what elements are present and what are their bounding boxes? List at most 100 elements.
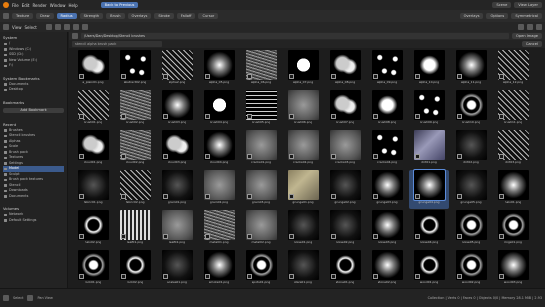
file-thumbnail[interactable]: abstract02.png bbox=[115, 50, 155, 89]
bookmarks-title[interactable]: Bookmarks bbox=[3, 99, 64, 106]
file-thumbnail[interactable]: alpha_06.png bbox=[241, 50, 281, 89]
file-thumbnail[interactable]: fabric01.png bbox=[73, 170, 113, 209]
file-thumbnail[interactable]: dirt03.png bbox=[493, 130, 533, 169]
file-thumbnail[interactable]: cracks04.png bbox=[367, 130, 407, 169]
file-thumbnail[interactable]: brush06.png bbox=[283, 90, 323, 129]
file-thumbnail[interactable]: wood02.png bbox=[451, 250, 491, 288]
file-thumbnail[interactable]: stone01.png bbox=[325, 250, 365, 288]
directory-path-field[interactable]: /Users/Dan/Desktop/Stencil brushes bbox=[81, 33, 509, 39]
file-thumbnail[interactable]: alpha_11.png bbox=[451, 50, 491, 89]
brush-icon[interactable] bbox=[3, 13, 9, 19]
stroke-menu[interactable]: Stroke bbox=[154, 13, 174, 19]
recent-title[interactable]: Recent bbox=[3, 121, 64, 128]
file-thumbnail[interactable]: smoke01.png bbox=[199, 250, 239, 288]
file-thumbnail[interactable]: grunge04.png bbox=[409, 169, 449, 209]
file-thumbnail[interactable]: alpha2.png bbox=[157, 50, 197, 89]
file-thumbnail[interactable]: alpha_09.png bbox=[367, 50, 407, 89]
file-thumbnail[interactable]: cloud02.png bbox=[115, 130, 155, 169]
menu-edit[interactable]: Edit bbox=[22, 3, 30, 8]
file-thumbnail[interactable]: brush07.png bbox=[325, 90, 365, 129]
menu-render[interactable]: Render bbox=[32, 3, 46, 8]
overlays-menu[interactable]: Overlays bbox=[127, 13, 152, 19]
volumes-title[interactable]: Volumes bbox=[3, 205, 64, 212]
file-thumbnail[interactable]: grain02.png bbox=[199, 170, 239, 209]
filename-filter-field[interactable]: stencil alpha brush pack bbox=[72, 41, 162, 47]
arrow-left-icon[interactable] bbox=[45, 24, 52, 30]
scene-selector[interactable]: Scene bbox=[492, 2, 512, 8]
file-thumbnail[interactable]: grunge05.png bbox=[451, 170, 491, 209]
cursor-menu[interactable]: Cursor bbox=[198, 13, 219, 19]
falloff-menu[interactable]: Falloff bbox=[176, 13, 196, 19]
file-thumbnail[interactable]: brush01.png bbox=[73, 90, 113, 129]
file-thumbnail[interactable]: grunge03.png bbox=[367, 170, 407, 209]
arrow-right-icon[interactable] bbox=[54, 24, 61, 30]
file-thumbnail[interactable]: alpha_12.png bbox=[493, 50, 533, 89]
file-thumbnail[interactable]: stars01.png bbox=[283, 250, 323, 288]
file-thumbnail[interactable]: alpha_08.png bbox=[325, 50, 365, 89]
add-bookmark-button[interactable]: Add Bookmark bbox=[3, 107, 64, 113]
system-bookmarks-title[interactable]: System Bookmarks bbox=[3, 75, 64, 82]
file-thumbnail[interactable]: rings01.png bbox=[493, 210, 533, 249]
blender-logo-icon[interactable] bbox=[3, 2, 9, 8]
editor-type-icon[interactable] bbox=[3, 24, 9, 30]
file-thumbnail[interactable]: brush02.png bbox=[115, 90, 155, 129]
radius-field[interactable]: Radius bbox=[56, 13, 77, 19]
file-thumbnail[interactable]: grain01.png bbox=[157, 170, 197, 209]
display-mode-icon[interactable] bbox=[518, 24, 524, 30]
file-thumbnail[interactable]: grain03.png bbox=[241, 170, 281, 209]
file-thumbnail[interactable]: noise03.png bbox=[367, 210, 407, 249]
file-thumbnail[interactable]: stone02.png bbox=[367, 250, 407, 288]
volume-item[interactable]: Default Settings bbox=[3, 218, 64, 224]
overlays-toggle[interactable]: Overlays bbox=[459, 13, 484, 19]
brush-menu[interactable]: Brush bbox=[106, 13, 125, 19]
file-thumbnail[interactable]: metal02.png bbox=[241, 210, 281, 249]
file-thumbnail[interactable]: cracks02.png bbox=[283, 130, 323, 169]
file-thumbnail[interactable]: brush09.png bbox=[409, 90, 449, 129]
system-item[interactable]: F:/ bbox=[3, 63, 64, 69]
refresh-icon[interactable] bbox=[72, 24, 79, 30]
strength-field[interactable]: Strength bbox=[79, 13, 104, 19]
file-thumbnail[interactable]: metal01.png bbox=[199, 210, 239, 249]
menu-window[interactable]: Window bbox=[50, 3, 66, 8]
draw-button[interactable]: Draw bbox=[36, 13, 54, 19]
file-thumbnail[interactable]: leaf01.png bbox=[115, 210, 155, 249]
system-panel-title[interactable]: System bbox=[3, 34, 64, 41]
view-layer-selector[interactable]: View Layer bbox=[514, 2, 542, 8]
file-thumbnail[interactable]: brush08.png bbox=[367, 90, 407, 129]
file-thumbnail[interactable]: a_plain01.png bbox=[73, 50, 113, 89]
select-menu[interactable]: Select bbox=[25, 25, 37, 30]
parent-directory-icon[interactable] bbox=[63, 24, 70, 30]
recent-item[interactable]: Documents bbox=[3, 194, 64, 200]
cancel-button[interactable]: Cancel bbox=[521, 41, 542, 47]
file-thumbnail[interactable]: brush04.png bbox=[199, 90, 239, 129]
back-to-previous-button[interactable]: Back to Previous bbox=[100, 2, 139, 8]
settings-gear-icon[interactable] bbox=[536, 24, 542, 30]
file-thumbnail[interactable]: brush10.png bbox=[451, 90, 491, 129]
file-thumbnail[interactable]: cracks03.png bbox=[325, 130, 365, 169]
file-thumbnail[interactable]: fabric02.png bbox=[115, 170, 155, 209]
file-thumbnail[interactable]: cracks01.png bbox=[241, 130, 281, 169]
file-thumbnail[interactable]: halo02.png bbox=[73, 210, 113, 249]
file-thumbnail[interactable]: cloud03.png bbox=[157, 130, 197, 169]
file-thumbnail[interactable]: dirt01.png bbox=[409, 130, 449, 169]
view-menu[interactable]: View bbox=[12, 25, 22, 30]
file-thumbnail[interactable]: wood01.png bbox=[409, 250, 449, 288]
symmetry-menu[interactable]: Symmetrical bbox=[511, 13, 542, 19]
file-thumbnail[interactable]: brush03.png bbox=[157, 90, 197, 129]
file-thumbnail[interactable]: noise04.png bbox=[409, 210, 449, 249]
file-thumbnail[interactable]: grunge01.png bbox=[283, 170, 323, 209]
file-thumbnail[interactable]: alpha_10.png bbox=[409, 50, 449, 89]
file-thumbnail[interactable]: halo01.png bbox=[493, 170, 533, 209]
file-thumbnail[interactable]: wood03.png bbox=[493, 250, 533, 288]
options-menu[interactable]: Options bbox=[486, 13, 509, 19]
new-folder-icon[interactable] bbox=[81, 24, 88, 30]
filter-icon[interactable] bbox=[527, 24, 533, 30]
file-thumbnail[interactable]: leaf02.png bbox=[157, 210, 197, 249]
file-thumbnail[interactable]: grunge02.png bbox=[325, 170, 365, 209]
file-thumbnail[interactable]: scales01.png bbox=[157, 250, 197, 288]
menu-file[interactable]: File bbox=[12, 3, 19, 8]
file-thumbnail[interactable]: cloud04.png bbox=[199, 130, 239, 169]
file-thumbnail[interactable]: noise02.png bbox=[325, 210, 365, 249]
open-image-button[interactable]: Open Image bbox=[512, 33, 542, 39]
file-thumbnail[interactable]: rock01.png bbox=[73, 250, 113, 288]
